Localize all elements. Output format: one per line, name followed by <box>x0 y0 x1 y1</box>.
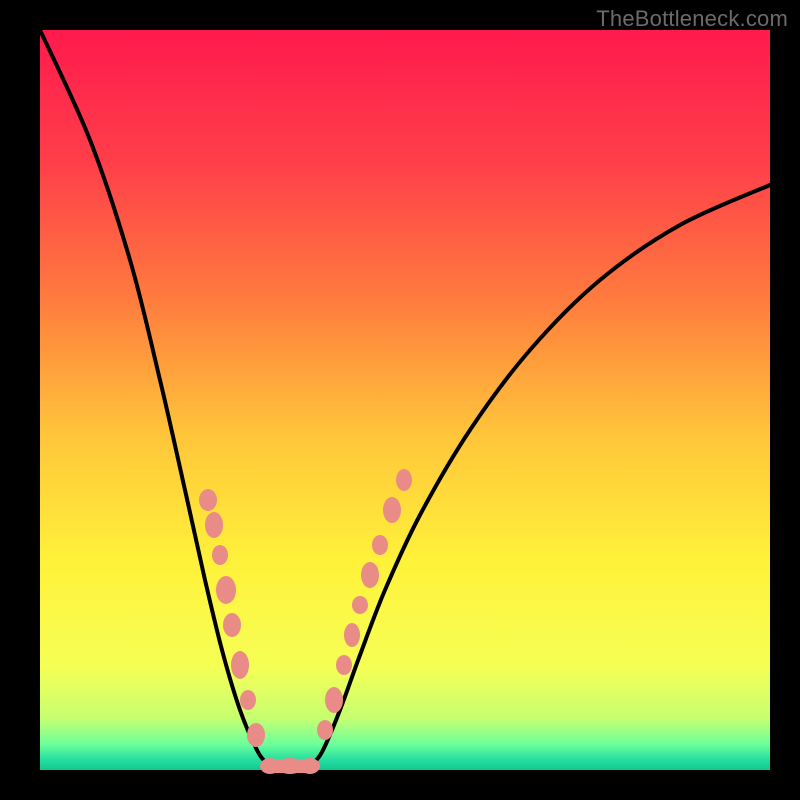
marker-left-5 <box>231 651 249 679</box>
marker-right-3 <box>344 623 360 647</box>
outer-frame: { "watermark": "TheBottleneck.com", "cha… <box>0 0 800 800</box>
marker-right-0 <box>317 720 333 740</box>
marker-left-6 <box>240 690 256 710</box>
marker-left-4 <box>223 613 241 637</box>
bottleneck-chart <box>0 0 800 800</box>
marker-right-5 <box>361 562 379 588</box>
marker-left-7 <box>247 723 265 747</box>
marker-left-1 <box>205 512 223 538</box>
marker-left-3 <box>216 576 236 604</box>
marker-right-7 <box>383 497 401 523</box>
plot-background <box>40 30 770 770</box>
marker-left-2 <box>212 545 228 565</box>
marker-right-8 <box>396 469 412 491</box>
marker-right-1 <box>325 687 343 713</box>
marker-left-0 <box>199 489 217 511</box>
marker-right-4 <box>352 596 368 614</box>
marker-right-2 <box>336 655 352 675</box>
marker-right-6 <box>372 535 388 555</box>
